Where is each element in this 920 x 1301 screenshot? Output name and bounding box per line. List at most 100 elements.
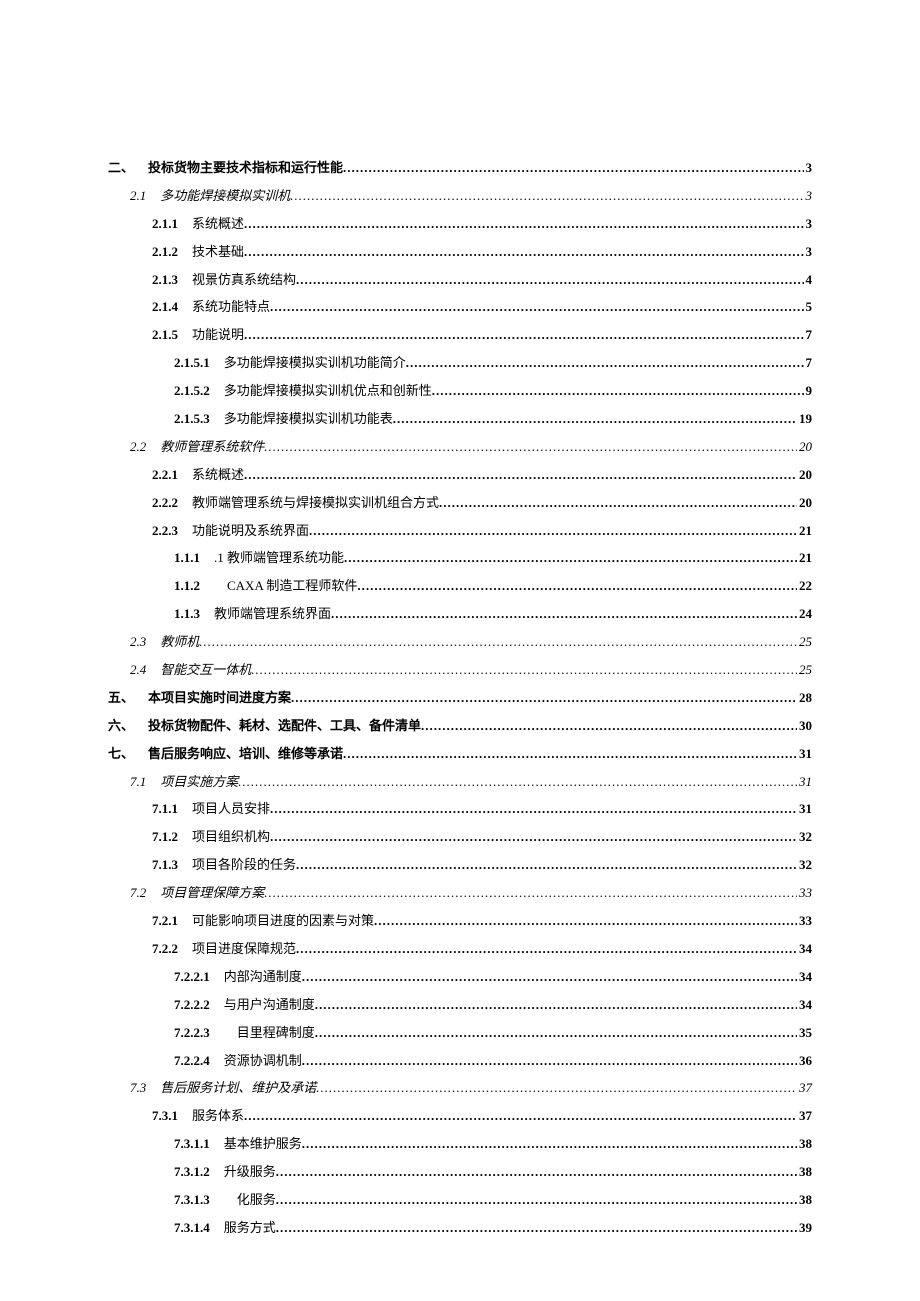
toc-leader-dots	[406, 355, 804, 372]
toc-entry: 2.1.5.3多功能焊接模拟实训机功能表19	[108, 411, 812, 428]
toc-leader-dots	[270, 801, 797, 818]
toc-page-number: 32	[797, 857, 812, 874]
toc-number: 7.3.1.2	[174, 1164, 210, 1181]
toc-title: 服务体系	[192, 1108, 244, 1125]
toc-leader-dots	[276, 1192, 797, 1209]
toc-leader-dots	[244, 216, 803, 233]
toc-page-number: 9	[804, 383, 813, 400]
toc-title: 教师管理系统软件	[160, 439, 264, 456]
toc-number: 1.1.1	[174, 550, 200, 567]
toc-title: 项目组织机构	[192, 829, 270, 846]
toc-title: 化服务	[224, 1192, 276, 1209]
toc-entry: 7.2.2.4资源协调机制36	[108, 1053, 812, 1070]
toc-leader-dots	[291, 690, 797, 707]
toc-page-number: 32	[797, 829, 812, 846]
toc-entry: 1.1.2 CAXA 制造工程师软件22	[108, 578, 812, 595]
toc-leader-dots	[439, 495, 797, 512]
toc-number: 7.2.2.4	[174, 1053, 210, 1070]
toc-page-number: 31	[797, 746, 812, 763]
toc-leader-dots	[393, 411, 797, 428]
toc-number: 二、	[108, 160, 134, 177]
toc-leader-dots	[302, 969, 797, 986]
toc-entry: 7.2.2.3 目里程碑制度35	[108, 1025, 812, 1042]
toc-number: 2.1.5.3	[174, 411, 210, 428]
toc-entry: 2.1.5.2多功能焊接模拟实训机优点和创新性9	[108, 383, 812, 400]
toc-page-number: 39	[797, 1220, 812, 1237]
toc-page-number: 34	[797, 941, 812, 958]
toc-number: 2.1.3	[152, 272, 178, 289]
toc-entry: 7.3售后服务计划、维护及承诺37	[108, 1080, 812, 1097]
toc-entry: 7.3.1.1基本维护服务38	[108, 1136, 812, 1153]
toc-title: 服务方式	[224, 1220, 276, 1237]
toc-page-number: 20	[797, 439, 812, 456]
toc-title: 智能交互一体机	[160, 662, 251, 679]
toc-leader-dots	[302, 1136, 797, 1153]
toc-number: 2.2.1	[152, 467, 178, 484]
toc-leader-dots	[315, 1025, 797, 1042]
toc-number: 2.1.5.1	[174, 355, 210, 372]
toc-leader-dots	[331, 606, 797, 623]
toc-title: CAXA 制造工程师软件	[214, 578, 357, 595]
toc-title: 升级服务	[224, 1164, 276, 1181]
toc-leader-dots	[238, 774, 797, 791]
toc-leader-dots	[316, 1080, 797, 1097]
toc-entry: 五、本项目实施时间进度方案28	[108, 690, 812, 707]
toc-title: 视景仿真系统结构	[192, 272, 296, 289]
toc-number: 2.1.2	[152, 244, 178, 261]
toc-title: .1 教师端管理系统功能	[214, 550, 344, 567]
toc-page-number: 34	[797, 969, 812, 986]
toc-page-number: 37	[797, 1080, 812, 1097]
toc-page-number: 30	[797, 718, 812, 735]
toc-entry: 2.1.1系统概述3	[108, 216, 812, 233]
toc-page-number: 20	[797, 467, 812, 484]
toc-number: 2.1.4	[152, 299, 178, 316]
toc-page-number: 33	[797, 913, 812, 930]
toc-leader-dots	[276, 1164, 797, 1181]
toc-page-number: 3	[804, 188, 813, 205]
toc-entry: 7.2.2.2与用户沟通制度34	[108, 997, 812, 1014]
toc-entry: 7.2项目管理保障方案33	[108, 885, 812, 902]
toc-page-number: 34	[797, 997, 812, 1014]
toc-page-number: 3	[804, 160, 813, 177]
toc-leader-dots	[315, 997, 797, 1014]
toc-title: 教师机	[160, 634, 199, 651]
toc-entry: 2.2.2教师端管理系统与焊接模拟实训机组合方式20	[108, 495, 812, 512]
toc-entry: 7.3.1.3 化服务38	[108, 1192, 812, 1209]
toc-entry: 7.2.1可能影响项目进度的因素与对策33	[108, 913, 812, 930]
toc-number: 7.1.1	[152, 801, 178, 818]
toc-title: 项目管理保障方案	[160, 885, 264, 902]
toc-number: 2.2.3	[152, 523, 178, 540]
toc-page-number: 31	[797, 774, 812, 791]
toc-entry: 2.3教师机25	[108, 634, 812, 651]
toc-title: 系统功能特点	[192, 299, 270, 316]
toc-leader-dots	[374, 913, 797, 930]
toc-leader-dots	[244, 467, 797, 484]
toc-page-number: 38	[797, 1192, 812, 1209]
toc-page-number: 7	[804, 355, 813, 372]
toc-number: 2.1.5	[152, 327, 178, 344]
toc-page-number: 33	[797, 885, 812, 902]
toc-leader-dots	[244, 244, 803, 261]
toc-entry: 7.3.1.2升级服务38	[108, 1164, 812, 1181]
toc-page-number: 21	[797, 550, 812, 567]
toc-leader-dots	[302, 1053, 797, 1070]
toc-leader-dots	[251, 662, 797, 679]
toc-entry: 六、投标货物配件、耗材、选配件、工具、备件清单30	[108, 718, 812, 735]
toc-number: 7.2.2	[152, 941, 178, 958]
toc-leader-dots	[244, 327, 803, 344]
toc-page-number: 5	[804, 299, 813, 316]
toc-leader-dots	[296, 941, 797, 958]
toc-number: 2.2.2	[152, 495, 178, 512]
toc-page-number: 4	[804, 272, 813, 289]
toc-page-number: 3	[804, 244, 813, 261]
toc-page-number: 19	[797, 411, 812, 428]
toc-page-number: 7	[804, 327, 813, 344]
toc-number: 2.1.1	[152, 216, 178, 233]
toc-entry: 7.1.3项目各阶段的任务32	[108, 857, 812, 874]
toc-entry: 7.1.1项目人员安排31	[108, 801, 812, 818]
toc-leader-dots	[270, 299, 803, 316]
toc-title: 项目人员安排	[192, 801, 270, 818]
toc-title: 系统概述	[192, 467, 244, 484]
toc-number: 7.2.2.2	[174, 997, 210, 1014]
toc-leader-dots	[290, 188, 803, 205]
